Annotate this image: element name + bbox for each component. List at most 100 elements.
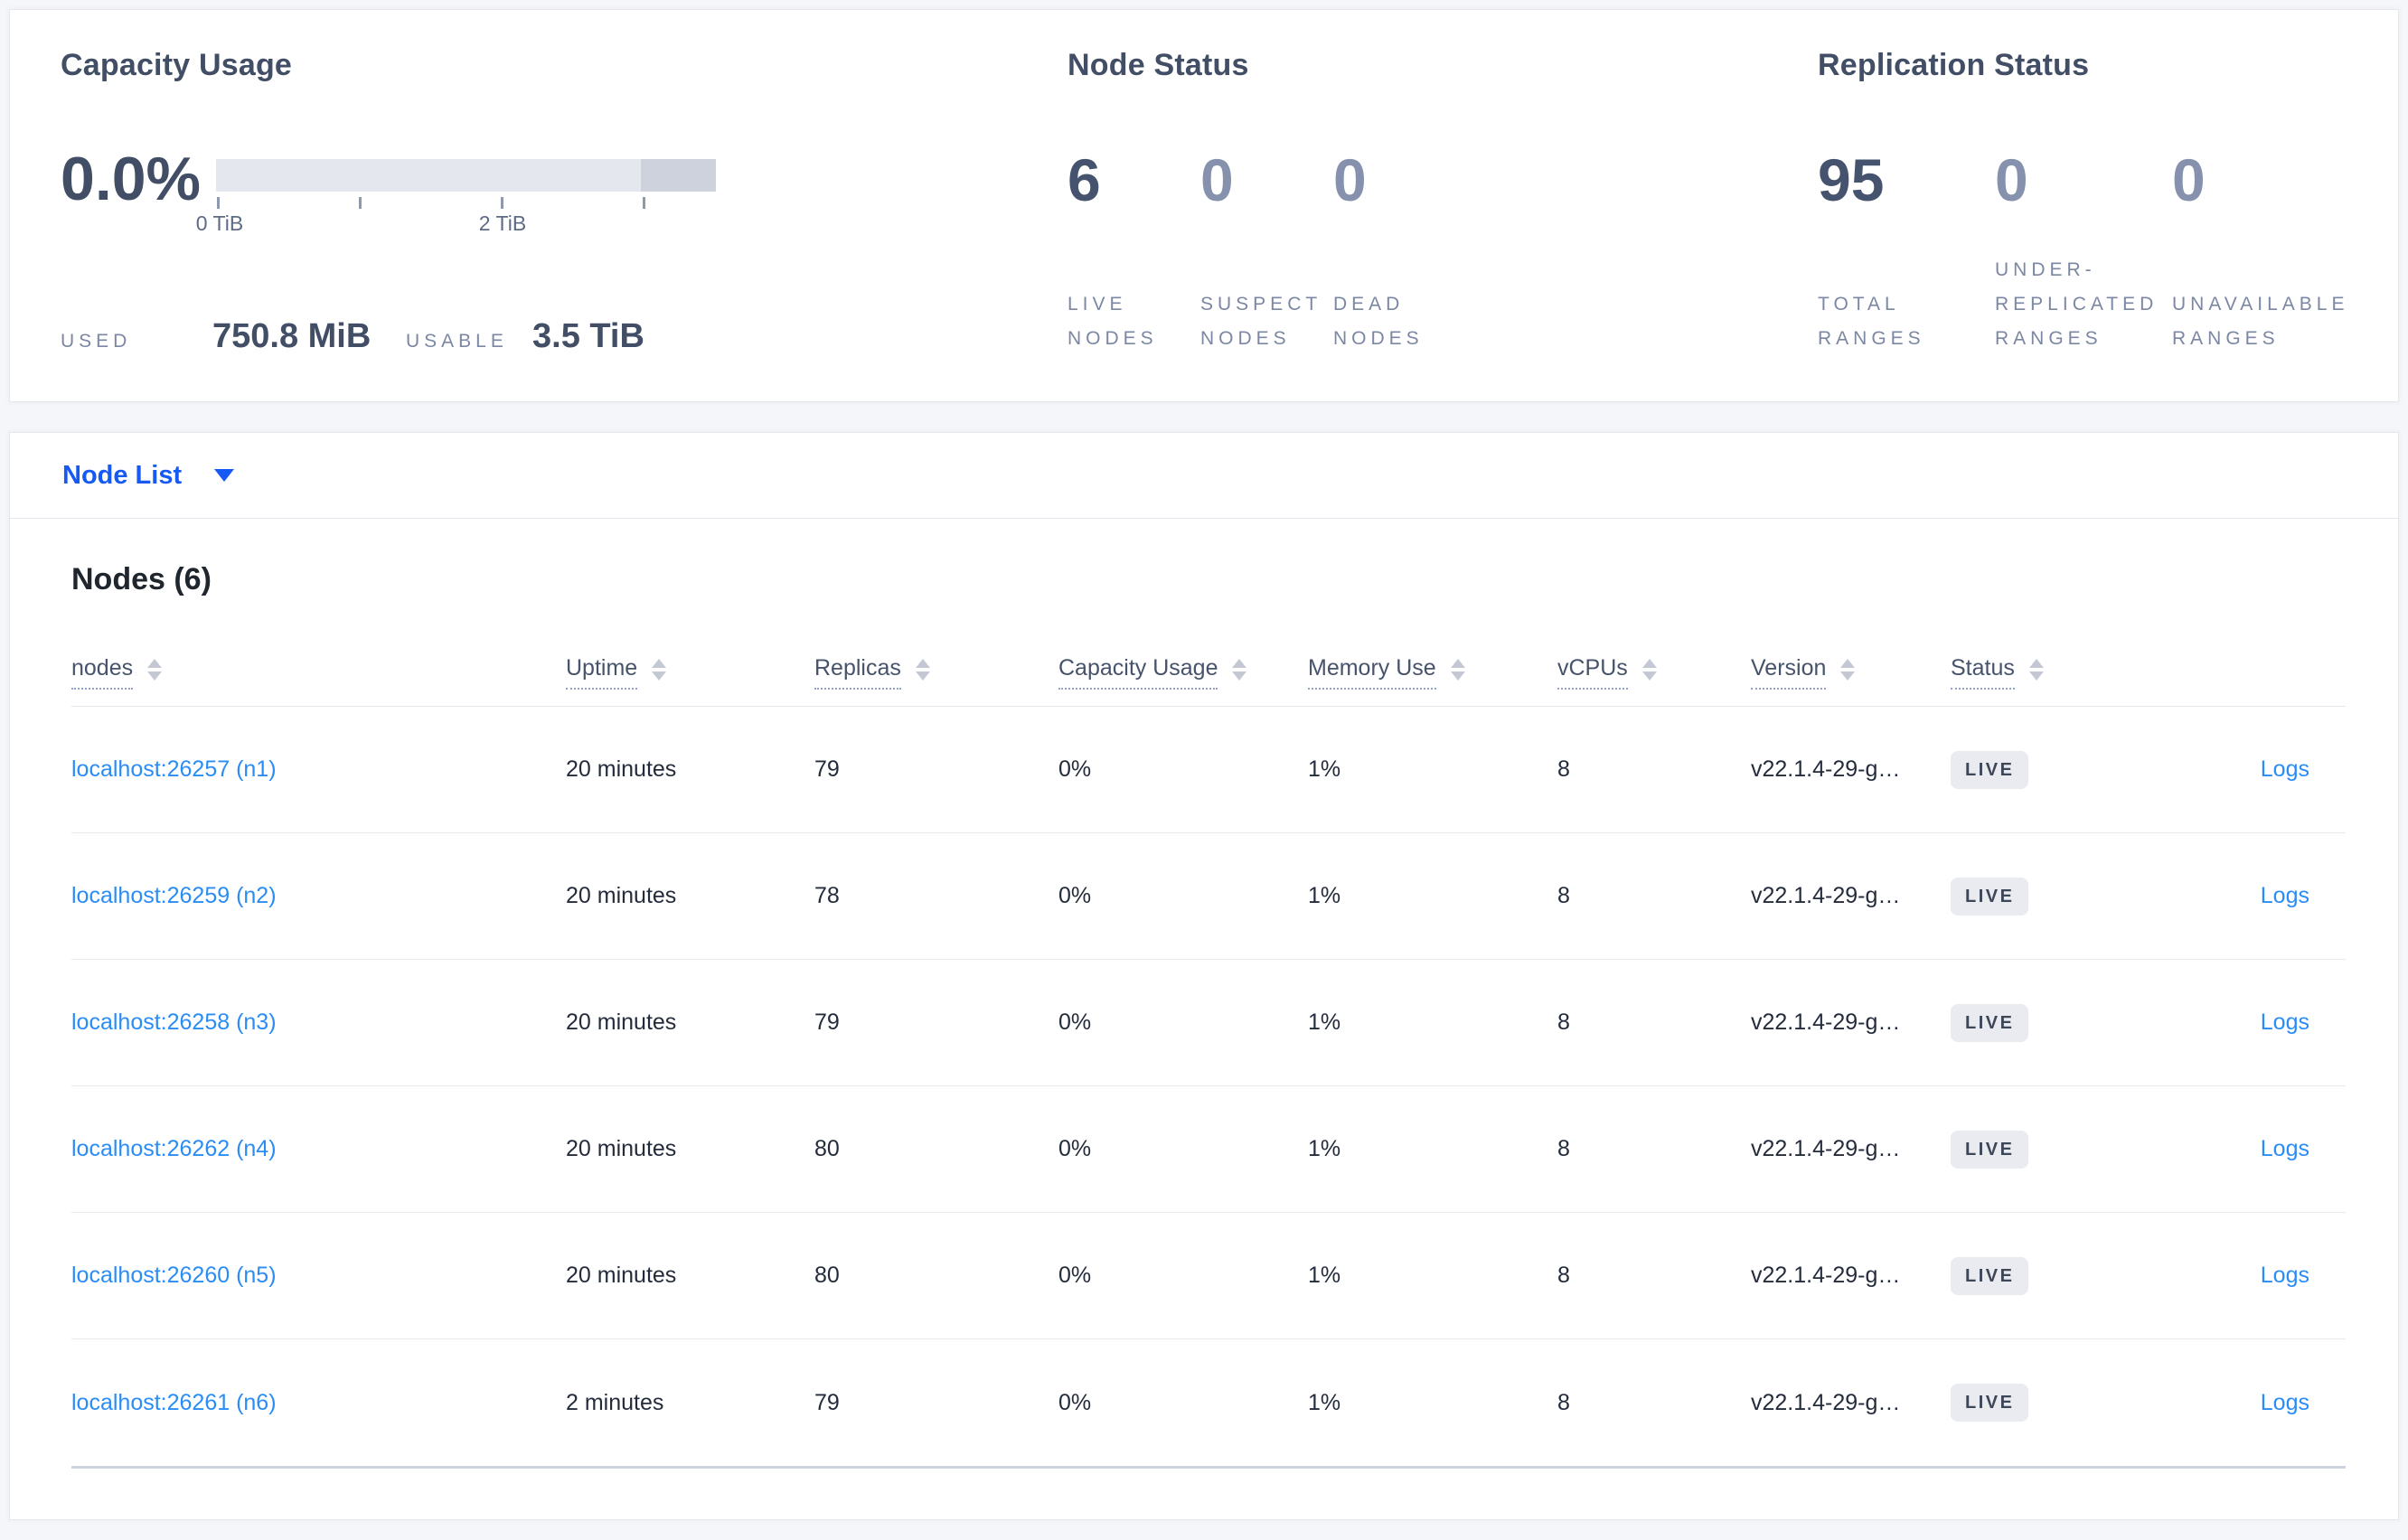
replication-status-stats: 95 TOTAL RANGES 0 UNDER-REPLICATED RANGE… (1818, 150, 2398, 356)
version-cell: v22.1.4-29-g… (1751, 756, 1901, 782)
column-header[interactable]: Uptime (566, 655, 814, 690)
sort-icon (915, 659, 930, 681)
replicas-cell: 79 (814, 1009, 840, 1035)
column-header[interactable]: Version (1751, 655, 1951, 690)
column-header[interactable]: Memory Use (1308, 655, 1557, 690)
capacity-bar-reserved-segment (641, 159, 716, 192)
table-row: localhost:26259 (n2) 20 minutes 78 0% 1%… (71, 833, 2346, 960)
logs-link[interactable]: Logs (2261, 1136, 2309, 1161)
axis-label-2tib: 2 TiB (478, 211, 527, 235)
replicas-cell: 79 (814, 1389, 840, 1415)
memory-use-cell: 1% (1308, 1009, 1341, 1035)
column-header-label[interactable]: nodes (71, 655, 134, 690)
capacity-usage-chart: 0.0% 0 TiB 2 TiB (61, 148, 1068, 239)
column-header-label[interactable]: Version (1751, 655, 1827, 690)
capacity-bar: 0 TiB 2 TiB (196, 159, 716, 239)
node-address-link[interactable]: localhost:26261 (n6) (71, 1390, 277, 1415)
vcpus-cell: 8 (1557, 756, 1570, 782)
table-row: localhost:26262 (n4) 20 minutes 80 0% 1%… (71, 1086, 2346, 1213)
capacity-usage-cell: 0% (1058, 1009, 1092, 1035)
vcpus-cell: 8 (1557, 1136, 1570, 1161)
stat-label: UNDER-REPLICATED RANGES (1995, 259, 2159, 349)
column-header[interactable]: Capacity Usage (1058, 655, 1308, 690)
stat-item: 0 UNDER-REPLICATED RANGES (1995, 150, 2172, 356)
replicas-cell: 80 (814, 1263, 840, 1288)
sort-icon (2028, 659, 2044, 681)
stat-item: 0 SUSPECT NODES (1200, 150, 1333, 356)
column-header[interactable]: Replicas (814, 655, 1058, 690)
version-cell: v22.1.4-29-g… (1751, 883, 1901, 908)
sort-icon (147, 659, 163, 681)
column-header-label[interactable]: Replicas (814, 655, 901, 690)
column-header[interactable]: nodes (71, 655, 566, 690)
column-header-label[interactable]: vCPUs (1557, 655, 1628, 690)
capacity-used-usable-row: USED 750.8 MiB USABLE 3.5 TiB (61, 317, 1068, 356)
stat-item: 0 UNAVAILABLE RANGES (2172, 150, 2349, 356)
node-status-section: Node Status 6 LIVE NODES 0 SUSPECT NODES… (1068, 48, 1818, 356)
sort-icon (1232, 659, 1247, 681)
capacity-usage-cell: 0% (1058, 1263, 1092, 1288)
node-status-title: Node Status (1068, 48, 1249, 82)
logs-link[interactable]: Logs (2261, 756, 2309, 782)
capacity-bar-track (216, 159, 716, 192)
stat-item: 6 LIVE NODES (1068, 150, 1200, 356)
logs-link[interactable]: Logs (2261, 1009, 2309, 1035)
column-header-label[interactable]: Uptime (566, 655, 638, 690)
version-cell: v22.1.4-29-g… (1751, 1009, 1901, 1035)
capacity-usage-cell: 0% (1058, 1389, 1092, 1415)
uptime-cell: 20 minutes (566, 1009, 677, 1035)
version-cell: v22.1.4-29-g… (1751, 1136, 1901, 1161)
stat-label: SUSPECT NODES (1200, 294, 1322, 349)
stat-label: TOTAL RANGES (1818, 294, 1925, 349)
uptime-cell: 20 minutes (566, 1263, 677, 1288)
column-header-label[interactable]: Status (1951, 655, 2015, 690)
stat-label: DEAD NODES (1333, 294, 1424, 349)
stat-item: 0 DEAD NODES (1333, 150, 1466, 356)
view-selector-dropdown[interactable]: Node List (10, 433, 2398, 519)
axis-tick (359, 197, 362, 209)
capacity-usage-cell: 0% (1058, 756, 1092, 782)
node-address-link[interactable]: localhost:26257 (n1) (71, 756, 277, 782)
capacity-axis-labels: 0 TiB 2 TiB (196, 210, 716, 239)
memory-use-cell: 1% (1308, 756, 1341, 782)
column-header[interactable]: Status (1951, 655, 2107, 690)
capacity-usage-section: Capacity Usage 0.0% 0 TiB 2 TiB USED 750… (61, 48, 1068, 356)
view-selector-label[interactable]: Node List (62, 461, 182, 491)
nodes-panel: Nodes (6) nodes Uptime Replicas Capacity… (10, 519, 2398, 1519)
stat-value: 0 (1333, 146, 1367, 213)
sort-icon (652, 659, 667, 681)
node-address-link[interactable]: localhost:26259 (n2) (71, 883, 277, 908)
node-address-link[interactable]: localhost:26258 (n3) (71, 1009, 277, 1035)
capacity-axis-ticks (216, 192, 716, 210)
column-header-label[interactable]: Capacity Usage (1058, 655, 1218, 690)
uptime-cell: 20 minutes (566, 883, 677, 908)
memory-use-cell: 1% (1308, 883, 1341, 908)
stat-value: 0 (1995, 146, 2028, 213)
vcpus-cell: 8 (1557, 1263, 1570, 1288)
replicas-cell: 80 (814, 1136, 840, 1161)
sort-icon (1641, 659, 1657, 681)
usable-label: USABLE (406, 331, 508, 352)
column-header-label[interactable]: Memory Use (1308, 655, 1436, 690)
usable-value: 3.5 TiB (532, 317, 644, 355)
logs-link[interactable]: Logs (2261, 883, 2309, 908)
table-row: localhost:26261 (n6) 2 minutes 79 0% 1% … (71, 1339, 2346, 1466)
stat-value: 6 (1068, 146, 1101, 213)
node-address-link[interactable]: localhost:26262 (n4) (71, 1136, 277, 1161)
node-status-stats: 6 LIVE NODES 0 SUSPECT NODES 0 DEAD NODE… (1068, 150, 1818, 356)
uptime-cell: 20 minutes (566, 756, 677, 782)
capacity-percent-value: 0.0% (61, 145, 201, 213)
logs-link[interactable]: Logs (2261, 1390, 2309, 1415)
nodes-table: nodes Uptime Replicas Capacity Usage Mem… (71, 655, 2346, 1469)
column-header-logs-empty (2107, 655, 2346, 690)
replicas-cell: 79 (814, 756, 840, 782)
column-header[interactable]: vCPUs (1557, 655, 1751, 690)
status-badge: LIVE (1951, 1003, 2029, 1042)
node-address-link[interactable]: localhost:26260 (n5) (71, 1263, 277, 1288)
axis-tick (501, 197, 503, 209)
used-label: USED (61, 331, 132, 352)
capacity-usage-cell: 0% (1058, 883, 1092, 908)
stat-value: 95 (1818, 146, 1885, 213)
stat-label: UNAVAILABLE RANGES (2172, 294, 2349, 349)
logs-link[interactable]: Logs (2261, 1263, 2309, 1288)
